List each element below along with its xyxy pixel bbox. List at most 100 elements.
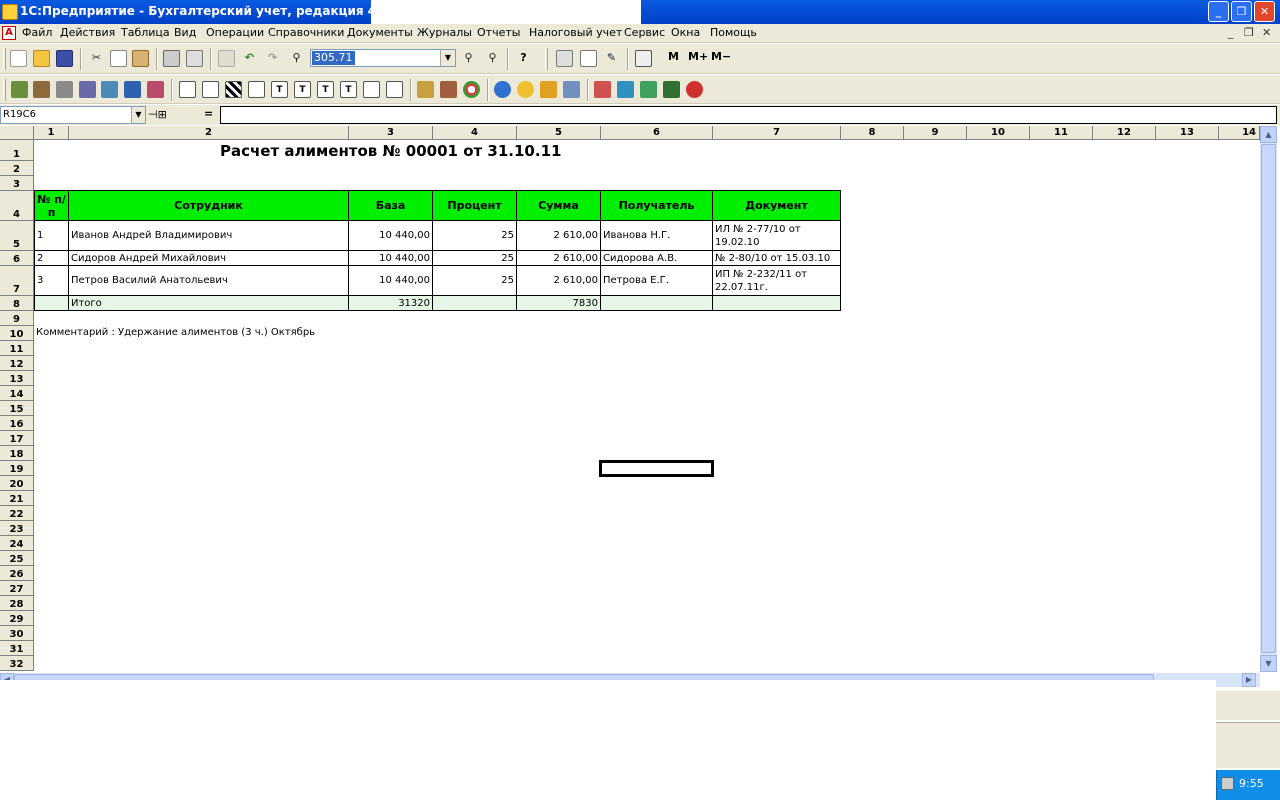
row-header[interactable]: 23 [0, 521, 34, 536]
new-document-icon[interactable] [10, 50, 27, 67]
row-recipient[interactable]: Иванова Н.Г. [601, 221, 713, 251]
row-number[interactable]: 3 [34, 266, 69, 296]
total-label[interactable]: Итого [69, 296, 349, 311]
operations-icon[interactable] [56, 81, 73, 98]
row-recipient[interactable]: Петрова Е.Г. [601, 266, 713, 296]
memory-add-button[interactable]: M+ [688, 50, 708, 63]
row-header[interactable]: 6 [0, 251, 34, 266]
restore-button[interactable]: ❐ [1231, 1, 1252, 22]
header-recipient[interactable]: Получатель [601, 190, 713, 221]
column-header[interactable]: 11 [1030, 126, 1093, 140]
column-header[interactable]: 6 [601, 126, 713, 140]
row-header[interactable]: 3 [0, 176, 34, 191]
row-header[interactable]: 11 [0, 341, 34, 356]
close-button[interactable]: ✕ [1254, 1, 1275, 22]
mdi-close-button[interactable]: ✕ [1262, 26, 1271, 39]
row-header[interactable]: 27 [0, 581, 34, 596]
search-combo-value[interactable]: 305.71 [312, 51, 355, 65]
find-prev-icon[interactable]: ⚲ [484, 50, 501, 67]
row-header[interactable]: 8 [0, 296, 34, 311]
row-header[interactable]: 16 [0, 416, 34, 431]
row-header[interactable]: 2 [0, 161, 34, 176]
header-employee[interactable]: Сотрудник [69, 190, 349, 221]
pin-icon[interactable]: ⊣⊞ [148, 108, 167, 121]
row-header[interactable]: 31 [0, 641, 34, 656]
header-sum[interactable]: Сумма [517, 190, 601, 221]
mdi-minimize-button[interactable]: _ [1228, 26, 1234, 39]
row-header[interactable]: 13 [0, 371, 34, 386]
registers-icon[interactable] [79, 81, 96, 98]
menu-view[interactable]: Вид [174, 26, 196, 39]
tools-cross-icon[interactable] [617, 81, 634, 98]
column-header[interactable]: 13 [1156, 126, 1219, 140]
menu-file[interactable]: Файл [22, 26, 52, 39]
report-text-icon[interactable]: T [271, 81, 288, 98]
row-header[interactable]: 25 [0, 551, 34, 566]
minimize-button[interactable]: _ [1208, 1, 1229, 22]
menu-tax[interactable]: Налоговый учет [529, 26, 622, 39]
paste-icon[interactable] [132, 50, 149, 67]
menu-table[interactable]: Таблица [121, 26, 170, 39]
redo-icon[interactable]: ↷ [264, 50, 281, 67]
menu-journals[interactable]: Журналы [417, 26, 472, 39]
column-header[interactable]: 12 [1093, 126, 1156, 140]
column-header[interactable]: 14 [1219, 126, 1260, 140]
copy-icon[interactable] [110, 50, 127, 67]
toolbar-grip[interactable] [3, 79, 6, 101]
row-number[interactable]: 2 [34, 251, 69, 266]
refresh-icon[interactable] [517, 81, 534, 98]
menu-references[interactable]: Справочники [268, 26, 344, 39]
settings-icon[interactable] [101, 81, 118, 98]
vertical-scroll-thumb[interactable] [1261, 144, 1276, 653]
row-header[interactable]: 21 [0, 491, 34, 506]
row-header[interactable]: 12 [0, 356, 34, 371]
tools-icon[interactable] [417, 81, 434, 98]
total-number[interactable] [34, 296, 69, 311]
print-icon[interactable] [163, 50, 180, 67]
row-header[interactable]: 10 [0, 326, 34, 341]
report-text4-icon[interactable]: T [340, 81, 357, 98]
chevron-down-icon[interactable]: ▼ [131, 107, 145, 123]
row-header[interactable]: 29 [0, 611, 34, 626]
chevron-down-icon[interactable]: ▼ [440, 50, 455, 66]
menu-windows[interactable]: Окна [671, 26, 700, 39]
scroll-right-icon[interactable]: ▶ [1242, 673, 1256, 687]
column-header[interactable]: 3 [349, 126, 433, 140]
scroll-down-icon[interactable]: ▼ [1260, 655, 1277, 672]
column-header[interactable]: 5 [517, 126, 601, 140]
menu-help[interactable]: Помощь [710, 26, 757, 39]
corner-cell[interactable] [0, 126, 34, 140]
row-base[interactable]: 10 440,00 [349, 221, 433, 251]
menu-reports[interactable]: Отчеты [477, 26, 520, 39]
row-employee[interactable]: Иванов Андрей Владимирович [69, 221, 349, 251]
users-icon[interactable] [124, 81, 141, 98]
employees-icon[interactable] [147, 81, 164, 98]
row-header[interactable]: 7 [0, 266, 34, 296]
row-header[interactable]: 9 [0, 311, 34, 326]
total-recipient[interactable] [601, 296, 713, 311]
row-document[interactable]: ИЛ № 2-77/10 от 19.02.10 [713, 221, 841, 251]
find-next-icon[interactable]: ⚲ [460, 50, 477, 67]
header-base[interactable]: База [349, 190, 433, 221]
report-grid-icon[interactable] [179, 81, 196, 98]
header-percent[interactable]: Процент [433, 190, 517, 221]
picture-icon[interactable] [640, 81, 657, 98]
search-combo[interactable]: 305.71 ▼ [310, 49, 456, 67]
row-base[interactable]: 10 440,00 [349, 266, 433, 296]
pencil-chart-icon[interactable] [594, 81, 611, 98]
journal-icon[interactable] [33, 81, 50, 98]
exchange-icon[interactable] [540, 81, 557, 98]
help-icon[interactable]: ? [515, 50, 532, 67]
toolbar-grip[interactable] [545, 48, 548, 70]
toolbar-grip[interactable] [3, 48, 6, 70]
total-percent[interactable] [433, 296, 517, 311]
network-icon[interactable] [563, 81, 580, 98]
report-text2-icon[interactable]: T [294, 81, 311, 98]
map-icon[interactable] [663, 81, 680, 98]
row-employee[interactable]: Сидоров Андрей Михайлович [69, 251, 349, 266]
row-document[interactable]: № 2-80/10 от 15.03.10 [713, 251, 841, 266]
wand-icon[interactable]: ✎ [603, 50, 620, 67]
row-header[interactable]: 4 [0, 191, 34, 221]
row-header[interactable]: 5 [0, 221, 34, 251]
row-header[interactable]: 28 [0, 596, 34, 611]
